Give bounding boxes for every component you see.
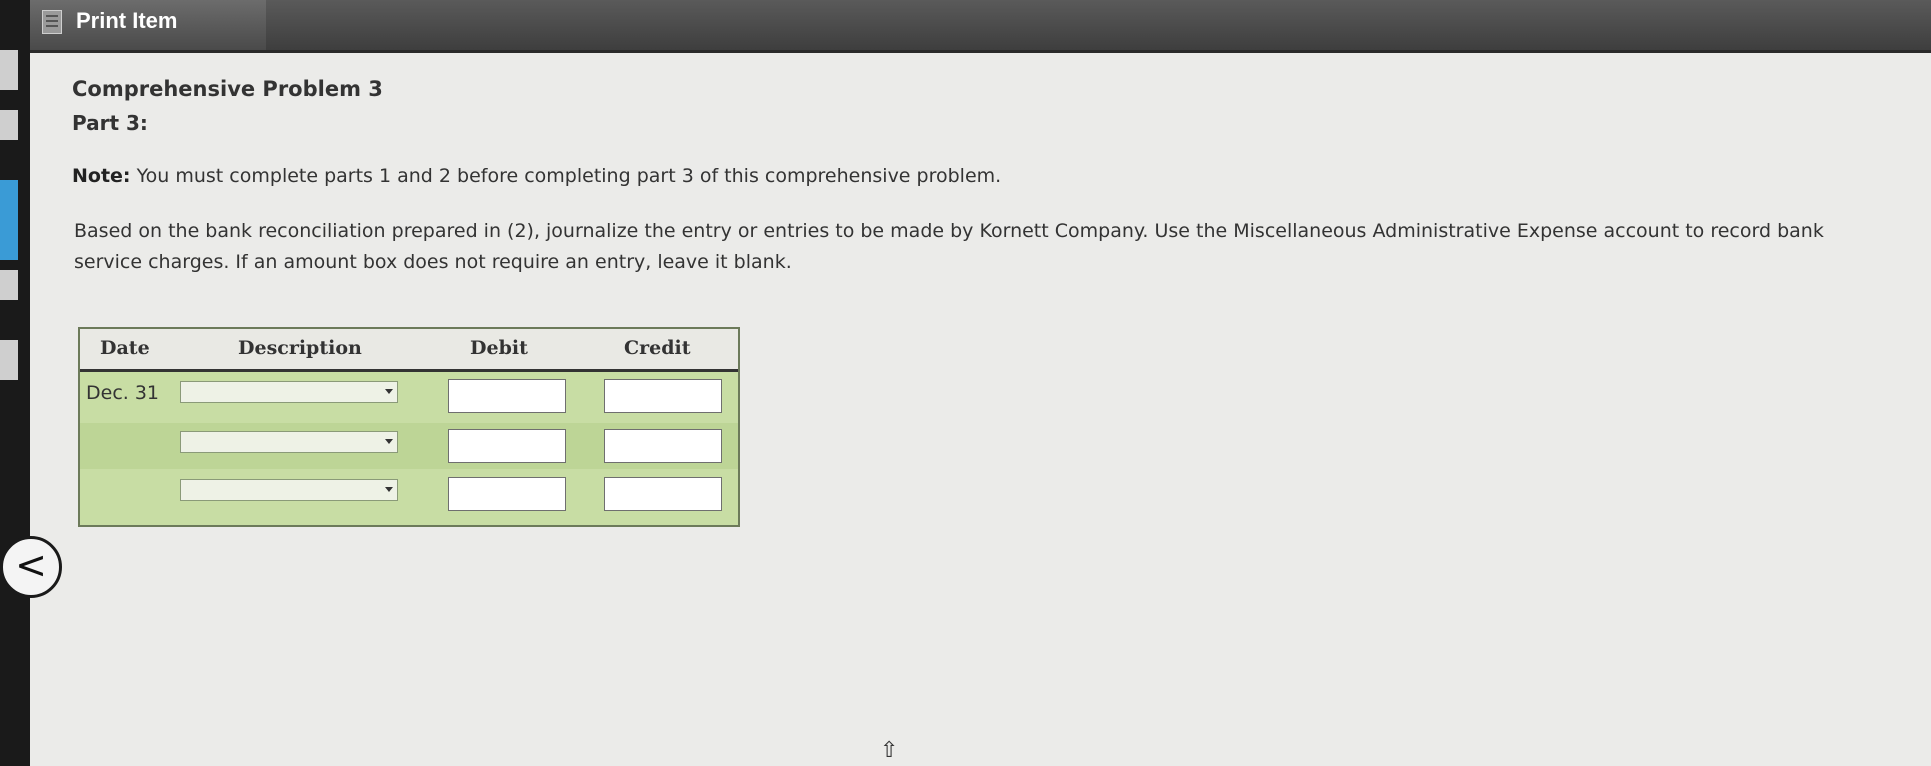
problem-content: Comprehensive Problem 3 Part 3: Note: Yo… xyxy=(30,53,1931,766)
dropdown-arrow-icon xyxy=(385,439,393,444)
left-sidebar-strip xyxy=(0,0,30,766)
problem-title: Comprehensive Problem 3 xyxy=(72,77,383,101)
sidebar-tab[interactable] xyxy=(0,340,18,380)
journal-table: Date Description Debit Credit Dec. 31 xyxy=(78,327,740,527)
journal-row xyxy=(80,423,738,469)
title-bar: Print Item xyxy=(30,0,1931,53)
header-debit: Debit xyxy=(470,337,528,359)
instructions-line-2: service charges. If an amount box does n… xyxy=(74,251,792,273)
journal-row: Dec. 31 xyxy=(80,373,738,419)
print-item-window: Print Item Comprehensive Problem 3 Part … xyxy=(30,0,1931,766)
dropdown-arrow-icon xyxy=(385,487,393,492)
sidebar-tab[interactable] xyxy=(0,50,18,90)
note: Note: You must complete parts 1 and 2 be… xyxy=(72,165,1001,187)
account-select[interactable] xyxy=(180,381,398,403)
instructions-line-1: Based on the bank reconciliation prepare… xyxy=(74,220,1824,242)
note-label: Note: xyxy=(72,165,131,187)
title-tab[interactable]: Print Item xyxy=(30,0,266,50)
sidebar-tab[interactable] xyxy=(0,270,18,300)
debit-input[interactable] xyxy=(448,429,566,463)
debit-input[interactable] xyxy=(448,379,566,413)
journal-header: Date Description Debit Credit xyxy=(80,329,738,372)
header-credit: Credit xyxy=(624,337,691,359)
sidebar-active-tab[interactable] xyxy=(0,180,18,260)
chevron-left-icon: < xyxy=(15,543,47,587)
instructions: Based on the bank reconciliation prepare… xyxy=(74,216,1931,278)
credit-input[interactable] xyxy=(604,477,722,511)
problem-part: Part 3: xyxy=(72,111,148,135)
account-select[interactable] xyxy=(180,431,398,453)
dropdown-arrow-icon xyxy=(385,389,393,394)
debit-input[interactable] xyxy=(448,477,566,511)
window-title: Print Item xyxy=(76,8,178,33)
header-description: Description xyxy=(238,337,362,359)
note-text: You must complete parts 1 and 2 before c… xyxy=(130,165,1002,187)
document-icon xyxy=(42,10,62,34)
sidebar-tab[interactable] xyxy=(0,110,18,140)
credit-input[interactable] xyxy=(604,379,722,413)
row-date: Dec. 31 xyxy=(86,382,160,404)
mouse-pointer-icon: ⇧ xyxy=(880,738,899,763)
header-date: Date xyxy=(100,337,150,359)
back-button[interactable]: < xyxy=(0,536,62,598)
credit-input[interactable] xyxy=(604,429,722,463)
account-select[interactable] xyxy=(180,479,398,501)
journal-row xyxy=(80,471,738,517)
